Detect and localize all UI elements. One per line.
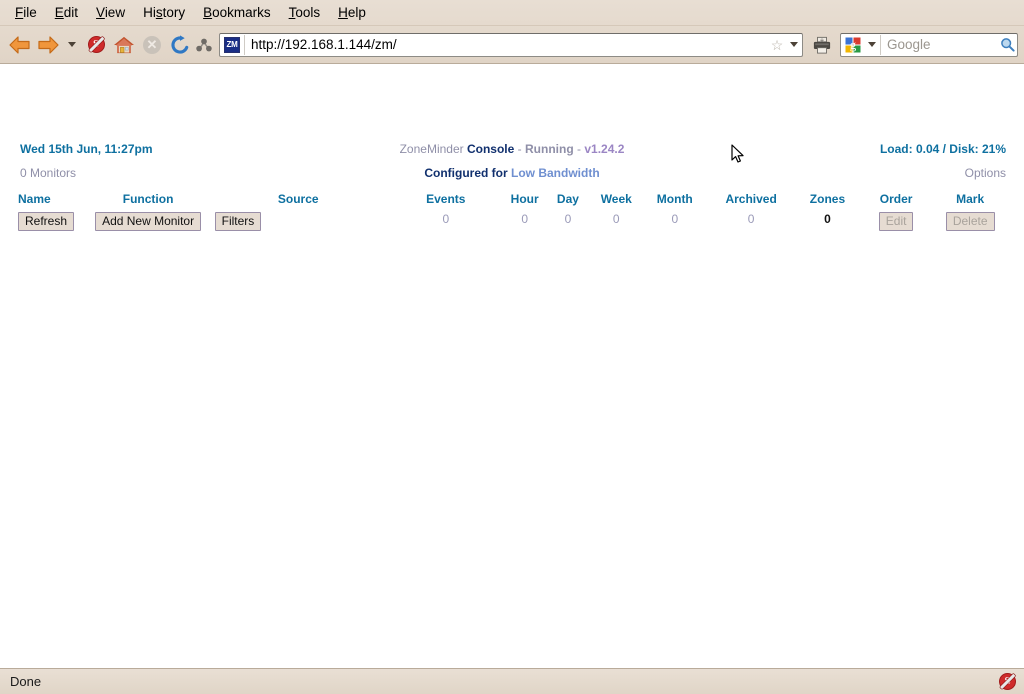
printer-icon [813,36,831,54]
bandwidth-value[interactable]: Low Bandwidth [511,166,600,180]
url-bar[interactable]: ZM http://192.168.1.144/zm/ ☆ [219,32,803,57]
search-input[interactable]: Google [881,34,997,56]
reload-button[interactable] [166,31,194,59]
column-header-source[interactable]: Source [207,192,390,212]
zoneminder-console-page: Wed 15th Jun, 11:27pm 0 Monitors ZoneMin… [0,64,1024,668]
cell-filters: Filters [207,212,390,234]
app-name: ZoneMinder [399,142,464,156]
status-bar: Done S [0,668,1024,694]
noscript-icon: S [87,36,105,53]
menu-item-history[interactable]: History [134,3,194,22]
home-icon [114,36,134,53]
run-state[interactable]: Running [525,142,574,156]
home-button[interactable] [110,31,138,59]
svg-text:g: g [850,37,857,52]
column-header-archived[interactable]: Archived [705,192,797,212]
history-dropdown-button[interactable] [62,31,82,59]
chevron-down-icon [868,42,876,47]
total-events: 0 [442,212,450,226]
forward-arrow-icon [38,35,59,54]
menu-item-view[interactable]: View [87,3,134,22]
back-arrow-icon [9,35,30,54]
forward-button[interactable] [34,31,62,59]
cell-delete: Delete [934,212,1024,234]
total-day: 0 [564,212,572,226]
stop-icon: ✕ [143,35,161,54]
noscript-glyph: S [1004,675,1011,687]
menu-item-help[interactable]: Help [329,3,375,22]
title-dash-1: - [517,142,522,156]
bandwidth-prefix: Configured for [424,166,508,180]
total-month: 0 [671,212,679,226]
add-new-monitor-button[interactable]: Add New Monitor [95,212,202,231]
column-header-mark: Mark [956,192,985,206]
url-input[interactable]: http://192.168.1.144/zm/ [245,34,768,56]
cell-edit: Edit [858,212,934,234]
column-header-name[interactable]: Name [0,192,90,212]
column-header-function[interactable]: Function [90,192,207,212]
title-dash-2: - [577,142,581,156]
menu-bar: File Edit View History Bookmarks Tools H… [0,0,1024,26]
version-label: v1.24.2 [584,142,625,156]
back-button[interactable] [6,31,34,59]
table-header-row: Name Function Source Events Hour Day Wee… [0,192,1024,212]
noscript-button[interactable]: S [82,31,110,59]
column-header-week[interactable]: Week [588,192,644,212]
page-title: ZoneMinder Console - Running - v1.24.2 [0,142,1024,156]
stop-button: ✕ [138,31,166,59]
section-name: Console [466,142,515,156]
magnifier-icon [1000,38,1015,52]
nodes-icon [196,38,212,51]
search-bar[interactable]: g Google [840,32,1018,57]
column-header-events[interactable]: Events [390,192,502,212]
favicon-label: ZM [226,39,238,49]
total-archived: 0 [747,212,755,226]
menu-item-bookmarks[interactable]: Bookmarks [194,3,280,22]
reload-icon [171,34,189,54]
monitors-table: Name Function Source Events Hour Day Wee… [0,192,1024,234]
column-header-day[interactable]: Day [548,192,589,212]
edit-button: Edit [878,212,914,231]
column-header-month[interactable]: Month [644,192,705,212]
total-week: 0 [612,212,620,226]
bookmark-star-icon[interactable]: ☆ [768,38,786,52]
total-hour: 0 [521,212,529,226]
options-link[interactable]: Options [965,166,1006,180]
table-controls-row: Refresh Add New Monitor Filters 0 0 0 0 … [0,212,1024,234]
google-icon: g [845,37,861,52]
menu-item-tools[interactable]: Tools [280,3,330,22]
filters-button[interactable]: Filters [214,212,262,231]
browser-chrome: File Edit View History Bookmarks Tools H… [0,0,1024,64]
print-button[interactable] [808,31,836,59]
nodes-button[interactable] [194,31,214,59]
zoneminder-favicon-icon: ZM [224,36,240,53]
bandwidth-line: Configured for Low Bandwidth [0,166,1024,180]
column-header-order: Order [879,192,913,206]
chevron-down-icon [790,42,798,47]
status-text: Done [10,674,42,689]
navigation-toolbar: S ✕ ZM http://192.168.1.144/zm/ ☆ g Goog… [0,26,1024,63]
search-engine-dropdown-button[interactable] [864,42,880,47]
column-header-zones[interactable]: Zones [797,192,858,212]
cell-add-monitor: Add New Monitor [90,212,207,234]
menu-item-edit[interactable]: Edit [46,3,87,22]
refresh-button[interactable]: Refresh [18,212,75,231]
menu-item-file[interactable]: File [6,3,46,22]
delete-button: Delete [945,212,995,231]
search-submit-button[interactable] [997,37,1017,52]
column-header-hour[interactable]: Hour [502,192,548,212]
cell-refresh: Refresh [0,212,90,234]
system-load-status: Load: 0.04 / Disk: 21% [879,142,1006,156]
noscript-glyph: S [92,38,100,50]
url-dropdown-button[interactable] [786,42,802,47]
noscript-status-icon[interactable]: S [999,673,1016,690]
total-zones: 0 [824,212,831,226]
chevron-down-icon [68,42,76,47]
